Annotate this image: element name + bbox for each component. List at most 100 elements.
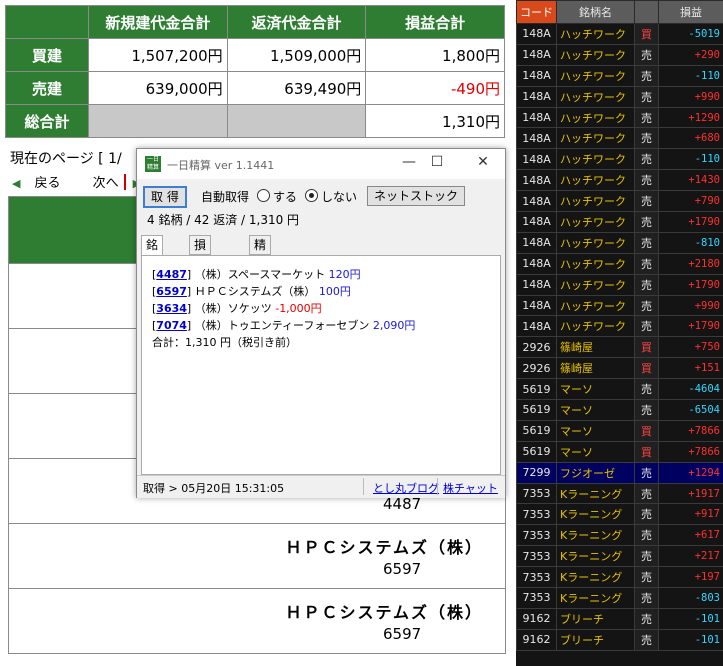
row-stock-name: ハッチワーク xyxy=(556,252,635,275)
row-pl: -110 xyxy=(658,64,723,87)
table-row[interactable]: 148A ハッチワーク売 -110 xyxy=(516,64,723,87)
table-row[interactable]: 5619 マーソ買 +7866 xyxy=(516,440,723,463)
row-code: 5619 xyxy=(516,440,557,463)
panel-header-code[interactable]: コード xyxy=(516,0,557,24)
table-row[interactable]: 148A ハッチワーク売 +2180 xyxy=(516,252,723,275)
row-pl: +990 xyxy=(658,85,723,108)
summary-repay-value xyxy=(226,104,367,138)
row-pl: +917 xyxy=(658,503,723,526)
list-item[interactable]: ＨＰＣシステムズ（株） 6597 xyxy=(8,589,506,654)
row-stock-name: ハッチワーク xyxy=(556,315,635,338)
row-side: 売 xyxy=(634,524,659,547)
panel-header-pl[interactable]: 損益 xyxy=(658,0,723,24)
chart-link[interactable]: 株チャット xyxy=(443,480,498,496)
table-row[interactable]: 148A ハッチワーク売 +990 xyxy=(516,85,723,108)
row-side: 売 xyxy=(634,64,659,87)
row-pl: +1790 xyxy=(658,315,723,338)
stock-code-link[interactable]: 4487 xyxy=(156,268,187,281)
stock-code-link[interactable]: 3634 xyxy=(156,302,187,315)
table-row[interactable]: 148A ハッチワーク売 -110 xyxy=(516,148,723,171)
minimize-button[interactable]: — xyxy=(399,154,419,170)
row-pl: +1790 xyxy=(658,273,723,296)
table-row[interactable]: 5619 マーソ売 -6504 xyxy=(516,399,723,421)
tab-by-stock[interactable]: 銘柄別 xyxy=(141,235,164,288)
table-row[interactable]: 7353 Kラーニング売 -803 xyxy=(516,587,723,609)
table-row[interactable]: 7353 Kラーニング売 +217 xyxy=(516,545,723,568)
list-item[interactable]: ＨＰＣシステムズ（株） 6597 xyxy=(8,524,506,589)
table-row[interactable]: 148A ハッチワーク売 -810 xyxy=(516,231,723,254)
table-row[interactable]: 7353 Kラーニング売 +917 xyxy=(516,503,723,526)
summary-pl-value: -490円 xyxy=(365,71,505,105)
table-row[interactable]: 148A ハッチワーク売 +1790 xyxy=(516,211,723,233)
table-row[interactable]: 9162 ブリーチ売 -101 xyxy=(516,607,723,630)
table-row[interactable]: 7353 Kラーニング売 +1917 xyxy=(516,482,723,505)
table-row[interactable]: 148A ハッチワーク売 +1430 xyxy=(516,169,723,192)
table-row[interactable]: 148A ハッチワーク売 +1290 xyxy=(516,106,723,129)
list-item: [3634] （株）ソケッツ -1,000円 xyxy=(152,302,322,315)
table-row[interactable]: 148A ハッチワーク売 +990 xyxy=(516,294,723,317)
close-button[interactable]: ✕ xyxy=(473,154,493,170)
panel-header-side[interactable] xyxy=(634,0,659,24)
row-side: 売 xyxy=(634,231,659,254)
table-row[interactable]: 7353 Kラーニング売 +197 xyxy=(516,566,723,589)
auto-off-label: しない xyxy=(321,190,358,204)
summary-header-repay: 返済代金合計 xyxy=(226,5,367,39)
row-code: 7353 xyxy=(516,524,557,547)
row-pl: +217 xyxy=(658,545,723,568)
row-side: 売 xyxy=(634,273,659,296)
row-code: 148A xyxy=(516,169,557,192)
table-row[interactable]: 7353 Kラーニング売 +617 xyxy=(516,524,723,547)
row-pl: +7866 xyxy=(658,440,723,463)
row-stock-name: ブリーチ xyxy=(556,607,635,630)
row-code: 9162 xyxy=(516,607,557,630)
row-code: 7353 xyxy=(516,503,557,526)
row-side: 売 xyxy=(634,127,659,150)
table-row[interactable]: 148A ハッチワーク売 +680 xyxy=(516,127,723,150)
status-divider xyxy=(437,478,438,495)
summary-repay-value: 639,490円 xyxy=(226,71,367,105)
net-stock-button[interactable]: ネットストック xyxy=(367,186,466,206)
panel-header-name[interactable]: 銘柄名 xyxy=(556,0,635,24)
row-code: 5619 xyxy=(516,399,557,421)
table-row[interactable]: 9162 ブリーチ売 -101 xyxy=(516,628,723,651)
row-pl: -101 xyxy=(658,607,723,630)
table-row[interactable]: 148A ハッチワーク売 +790 xyxy=(516,190,723,213)
row-code: 7299 xyxy=(516,461,557,484)
row-pl: +197 xyxy=(658,566,723,589)
auto-on-radio[interactable] xyxy=(257,189,270,202)
row-code: 7353 xyxy=(516,482,557,505)
table-row[interactable]: 148A ハッチワーク売 +290 xyxy=(516,43,723,66)
row-stock-name: マーソ xyxy=(556,419,635,442)
table-row[interactable]: 148A ハッチワーク買 -5019 xyxy=(516,23,723,45)
tab-content: [4487] （株）スペースマーケット 120円 [6597] ＨＰＣシステムズ… xyxy=(141,255,501,475)
tab-settlement[interactable]: 精算表 xyxy=(249,235,272,288)
row-stock-name: ハッチワーク xyxy=(556,148,635,171)
title-bar[interactable]: 一日精算 一日精算 ver 1.1441 — ☐ ✕ xyxy=(137,149,505,179)
back-link[interactable]: ◀ 戻る xyxy=(12,176,74,191)
row-pl: +617 xyxy=(658,524,723,547)
table-row[interactable]: 148A ハッチワーク売 +1790 xyxy=(516,273,723,296)
status-text: 取得 > 05月20日 15:31:05 xyxy=(143,482,285,495)
table-row[interactable]: 2926 篠崎屋買 +750 xyxy=(516,336,723,359)
table-row[interactable]: 148A ハッチワーク売 +1790 xyxy=(516,315,723,338)
blog-link[interactable]: とし丸ブログ xyxy=(373,480,439,496)
row-pl: +1290 xyxy=(658,106,723,129)
table-row[interactable]: 2926 篠崎屋買 +151 xyxy=(516,357,723,380)
table-row[interactable]: 5619 マーソ買 +7866 xyxy=(516,419,723,442)
row-code: 148A xyxy=(516,252,557,275)
stock-code-link[interactable]: 7074 xyxy=(156,319,187,332)
row-stock-name: ブリーチ xyxy=(556,628,635,651)
row-code: 148A xyxy=(516,190,557,213)
stock-code-link[interactable]: 6597 xyxy=(156,285,187,298)
summary-repay-value: 1,509,000円 xyxy=(226,38,367,72)
table-row[interactable]: 5619 マーソ売 -4604 xyxy=(516,378,723,401)
maximize-button[interactable]: ☐ xyxy=(427,154,447,170)
row-pl: -803 xyxy=(658,587,723,609)
table-row[interactable]: 7299 フジオーゼ売 +1294 xyxy=(516,461,723,484)
row-pl: +680 xyxy=(658,127,723,150)
tab-pl-trend[interactable]: 損益推移 xyxy=(189,235,212,306)
app-icon: 一日精算 xyxy=(145,156,161,172)
get-button[interactable]: 取 得 xyxy=(143,186,187,208)
row-stock-name: ハッチワーク xyxy=(556,127,635,150)
auto-off-radio[interactable] xyxy=(305,189,318,202)
